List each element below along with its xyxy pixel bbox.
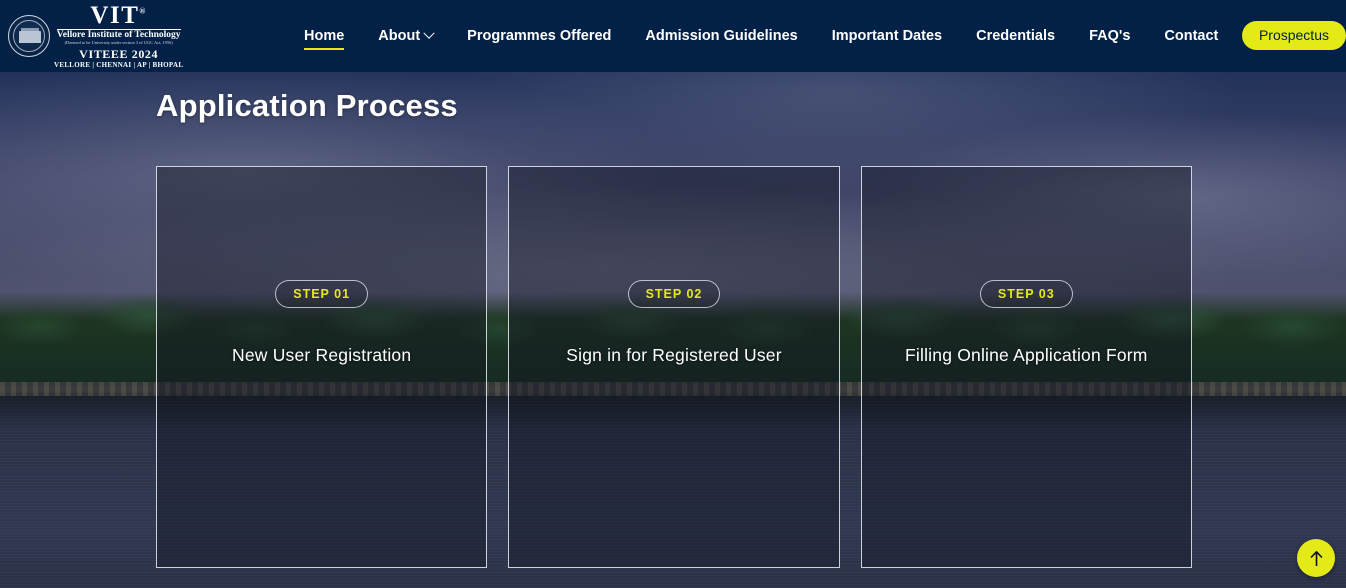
application-process-cards: STEP 01 New User Registration STEP 02 Si… xyxy=(156,166,1192,568)
step-card-title: New User Registration xyxy=(232,345,412,365)
step-card-title: Sign in for Registered User xyxy=(566,345,782,365)
nav-item-label: About xyxy=(378,28,421,44)
logo-campus-list: VELLORE | CHENNAI | AP | BHOPAL xyxy=(54,61,184,70)
site-header: VIT® Vellore Institute of Technology (De… xyxy=(0,0,1346,72)
nav-item-home[interactable]: Home xyxy=(296,0,361,72)
nav-item-label: Programmes Offered xyxy=(467,28,612,44)
step-badge: STEP 03 xyxy=(979,280,1073,308)
logo-institute-subline: (Deemed to be University under section 3… xyxy=(64,40,173,46)
page-root: VIT® Vellore Institute of Technology (De… xyxy=(0,0,1346,588)
main-navigation: Home About Programmes Offered Admission … xyxy=(296,0,1235,72)
step-card-content: STEP 01 New User Registration xyxy=(157,167,486,366)
nav-item-label: Admission Guidelines xyxy=(645,28,798,44)
step-badge: STEP 02 xyxy=(627,280,721,308)
prospectus-button[interactable]: Prospectus xyxy=(1241,21,1346,50)
logo-institute-name: Vellore Institute of Technology xyxy=(56,28,181,40)
nav-item-important-dates[interactable]: Important Dates xyxy=(815,0,959,72)
nav-item-programmes-offered[interactable]: Programmes Offered xyxy=(450,0,628,72)
nav-item-label: Home xyxy=(304,28,345,44)
nav-item-about[interactable]: About xyxy=(361,0,450,72)
page-title: Application Process xyxy=(156,88,458,123)
scroll-to-top-button[interactable] xyxy=(1297,539,1335,577)
logo-registered-mark: ® xyxy=(139,6,147,16)
nav-item-contact[interactable]: Contact xyxy=(1147,0,1235,72)
step-card-3[interactable]: STEP 03 Filling Online Application Form xyxy=(860,166,1192,568)
nav-item-label: Important Dates xyxy=(831,28,943,44)
nav-active-underline xyxy=(304,48,345,50)
step-card-1[interactable]: STEP 01 New User Registration xyxy=(156,166,488,568)
nav-item-faqs[interactable]: FAQ's xyxy=(1072,0,1147,72)
logo-exam-name: VITEEE 2024 xyxy=(79,47,159,62)
nav-item-label: Credentials xyxy=(976,28,1056,44)
nav-item-label: Contact xyxy=(1164,28,1219,44)
arrow-up-icon xyxy=(1310,550,1322,566)
nav-item-credentials[interactable]: Credentials xyxy=(959,0,1072,72)
nav-item-admission-guidelines[interactable]: Admission Guidelines xyxy=(628,0,814,72)
step-card-content: STEP 03 Filling Online Application Form xyxy=(862,167,1191,366)
step-card-2[interactable]: STEP 02 Sign in for Registered User xyxy=(508,166,840,568)
chevron-down-icon xyxy=(423,27,435,39)
site-logo[interactable]: VIT® Vellore Institute of Technology (De… xyxy=(8,3,183,69)
vit-seal-icon xyxy=(8,15,50,57)
logo-acronym: VIT® xyxy=(90,1,147,29)
step-card-content: STEP 02 Sign in for Registered User xyxy=(509,167,838,366)
step-card-title: Filling Online Application Form xyxy=(905,345,1148,365)
step-badge: STEP 01 xyxy=(275,280,369,308)
logo-text-block: VIT® Vellore Institute of Technology (De… xyxy=(54,3,183,70)
nav-item-label: FAQ's xyxy=(1089,28,1131,44)
